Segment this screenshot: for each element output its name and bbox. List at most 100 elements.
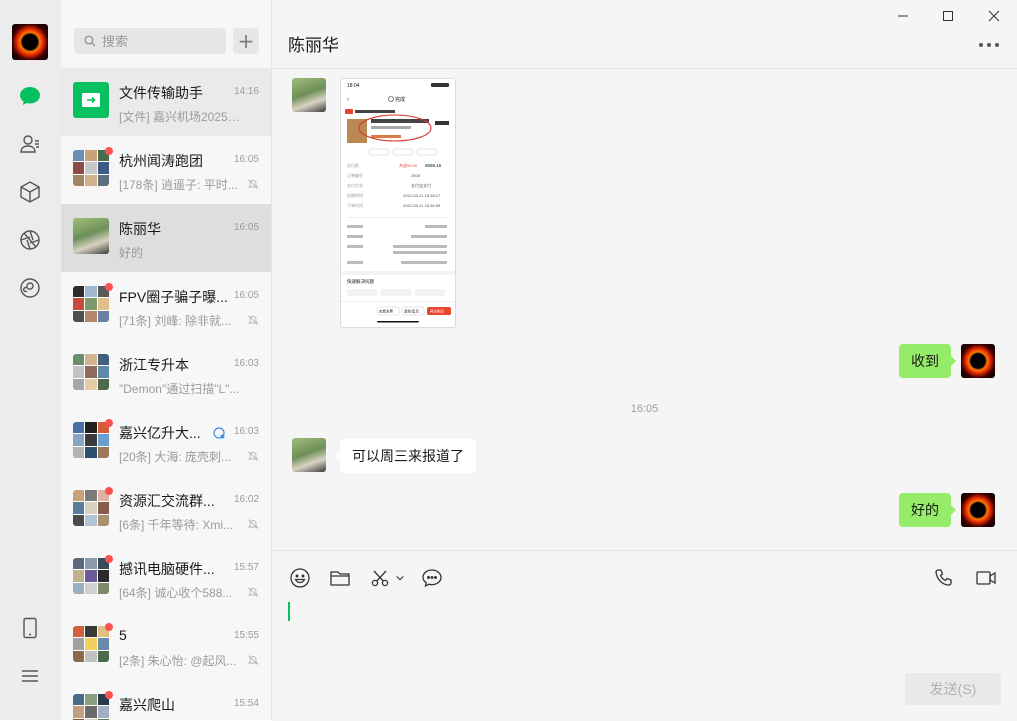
group-avatar xyxy=(73,490,109,526)
cube-icon[interactable] xyxy=(16,178,44,206)
svg-text:支付宝支付: 支付宝支付 xyxy=(411,182,431,188)
conversation-name: FPV圈子骗子曝... xyxy=(119,289,228,305)
svg-text:2022-08-21 15:38:17: 2022-08-21 15:38:17 xyxy=(403,193,441,198)
nav-rail xyxy=(0,0,62,720)
list-item-group[interactable]: 5 15:55 [2条] 朱心怡: @起风... xyxy=(61,612,271,680)
mini-program-icon[interactable] xyxy=(16,274,44,302)
message-bubble-out[interactable]: 好的 xyxy=(899,493,956,527)
unread-dot xyxy=(105,283,113,291)
mute-bell-icon xyxy=(247,179,259,189)
phone-call-icon[interactable] xyxy=(932,566,956,590)
list-item-group[interactable]: FPV圈子骗子曝... 16:05 [71条] 刘峰: 除非就... xyxy=(61,272,271,340)
time-separator: 16:05 xyxy=(630,403,659,415)
unread-dot xyxy=(105,691,113,699)
list-item-file-transfer[interactable]: 文件传输助手 14:16 [文件] 嘉兴机场2025年... xyxy=(61,68,271,136)
unread-dot xyxy=(105,419,113,427)
list-item-chen-lihua[interactable]: 陈丽华 16:05 好的 xyxy=(61,204,271,272)
contacts-icon[interactable] xyxy=(16,130,44,158)
screenshot-section: 快速解决问题 xyxy=(347,278,374,285)
unread-dot xyxy=(105,147,113,155)
mute-bell-icon xyxy=(247,315,259,325)
add-button[interactable]: + xyxy=(233,28,259,54)
image-message[interactable]: 18:04 ‹ 完成 实付款 共退¥0.00 ¥698.16 订单编号 2508… xyxy=(340,78,456,328)
conversation-preview: [71条] 刘峰: 除非就... xyxy=(119,314,232,328)
conversation-preview: [178条] 逍遥子: 平时... xyxy=(119,178,238,192)
conversation-time: 16:05 xyxy=(233,290,259,301)
more-options-icon[interactable] xyxy=(977,38,1001,52)
conversation-time: 15:55 xyxy=(233,630,259,641)
list-item-group[interactable]: 浙江专升本 16:03 "Demon"通过扫描"L"... xyxy=(61,340,271,408)
conversation-time: 16:02 xyxy=(233,494,259,505)
conversation-name: 嘉兴爬山 xyxy=(119,697,175,713)
unread-dot xyxy=(105,623,113,631)
conversation-name: 文件传输助手 xyxy=(119,85,203,101)
search-box[interactable] xyxy=(74,28,226,54)
contact-avatar[interactable] xyxy=(292,78,326,112)
conversation-preview: [20条] 大海: 庞壳刺... xyxy=(119,450,232,464)
conversation-preview: [6条] 千年等待: Xmi... xyxy=(119,518,234,532)
conversation-preview: [64条] 诚心收个588... xyxy=(119,586,233,600)
close-icon[interactable] xyxy=(981,6,1007,26)
mute-bell-icon xyxy=(247,587,259,597)
menu-icon[interactable] xyxy=(16,662,44,690)
list-item-group[interactable]: 杭州闻涛跑团 16:05 [178条] 逍遥子: 平时... xyxy=(61,136,271,204)
svg-text:退款/售后: 退款/售后 xyxy=(404,309,419,314)
conversation-name: 陈丽华 xyxy=(119,221,161,237)
search-input[interactable] xyxy=(102,28,222,54)
group-avatar xyxy=(73,354,109,390)
group-avatar xyxy=(73,626,109,662)
mute-bell-icon xyxy=(247,519,259,529)
conversation-list: + 文件传输助手 14:16 [文件] 嘉兴机场2025年... 杭州闻涛跑团 … xyxy=(61,0,272,720)
mute-bell-icon xyxy=(247,655,259,665)
folder-arrow-icon xyxy=(82,93,100,107)
chat-refresh-icon xyxy=(213,427,225,439)
message-bubble-out[interactable]: 收到 xyxy=(899,344,956,378)
screenshot-total: ¥698.16 xyxy=(425,163,442,168)
group-avatar xyxy=(73,694,109,720)
conversation-name: 浙江专升本 xyxy=(119,357,189,373)
conversation-time: 16:03 xyxy=(233,358,259,369)
screenshot-price: 共退¥0.00 xyxy=(399,162,418,168)
video-call-icon[interactable] xyxy=(974,566,998,590)
user-avatar[interactable] xyxy=(961,493,995,527)
chat-bubble-icon[interactable] xyxy=(420,566,444,590)
group-avatar xyxy=(73,558,109,594)
text-cursor xyxy=(288,602,290,621)
group-avatar xyxy=(73,422,109,458)
svg-text:再次购买: 再次购买 xyxy=(430,309,444,314)
scissors-icon[interactable] xyxy=(368,566,392,590)
list-item-group[interactable]: 资源汇交流群... 16:02 [6条] 千年等待: Xmi... xyxy=(61,476,271,544)
emoji-icon[interactable] xyxy=(288,566,312,590)
svg-text:创建时间: 创建时间 xyxy=(347,192,363,198)
conversation-name: 嘉兴亿升大... xyxy=(119,425,201,441)
message-composer: 发送(S) xyxy=(272,550,1017,721)
chat-icon[interactable] xyxy=(16,82,44,110)
chevron-down-icon[interactable] xyxy=(394,566,406,590)
message-bubble-in[interactable]: 可以周三来报道了 xyxy=(335,439,476,473)
moments-icon[interactable] xyxy=(16,226,44,254)
unread-dot xyxy=(105,555,113,563)
conversation-time: 16:05 xyxy=(233,154,259,165)
svg-text:支付方式: 支付方式 xyxy=(347,182,363,188)
list-item-group[interactable]: 嘉兴亿升大... 16:03 [20条] 大海: 庞壳刺... xyxy=(61,408,271,476)
folder-icon[interactable] xyxy=(328,566,352,590)
conversation-preview: "Demon"通过扫描"L"... xyxy=(119,382,240,396)
file-transfer-avatar xyxy=(73,82,109,118)
maximize-icon[interactable] xyxy=(935,6,961,26)
user-avatar[interactable] xyxy=(961,344,995,378)
send-button[interactable]: 发送(S) xyxy=(905,673,1001,705)
conversation-preview: [2条] 朱心怡: @起风... xyxy=(119,654,237,668)
conversation-time: 16:03 xyxy=(233,426,259,437)
conversation-name: 5 xyxy=(119,627,127,643)
chat-title: 陈丽华 xyxy=(288,36,339,55)
conversation-name: 资源汇交流群... xyxy=(119,493,215,509)
mute-bell-icon xyxy=(247,451,259,461)
svg-text:订单编号: 订单编号 xyxy=(347,172,363,178)
list-item-group[interactable]: 嘉兴爬山 15:54 xyxy=(61,680,271,720)
phone-icon[interactable] xyxy=(16,614,44,642)
list-item-group[interactable]: 撼讯电脑硬件... 15:57 [64条] 诚心收个588... xyxy=(61,544,271,612)
minimize-icon[interactable] xyxy=(890,6,916,26)
conversation-time: 16:05 xyxy=(233,222,259,233)
contact-avatar[interactable] xyxy=(292,438,326,472)
user-avatar[interactable] xyxy=(12,24,48,60)
